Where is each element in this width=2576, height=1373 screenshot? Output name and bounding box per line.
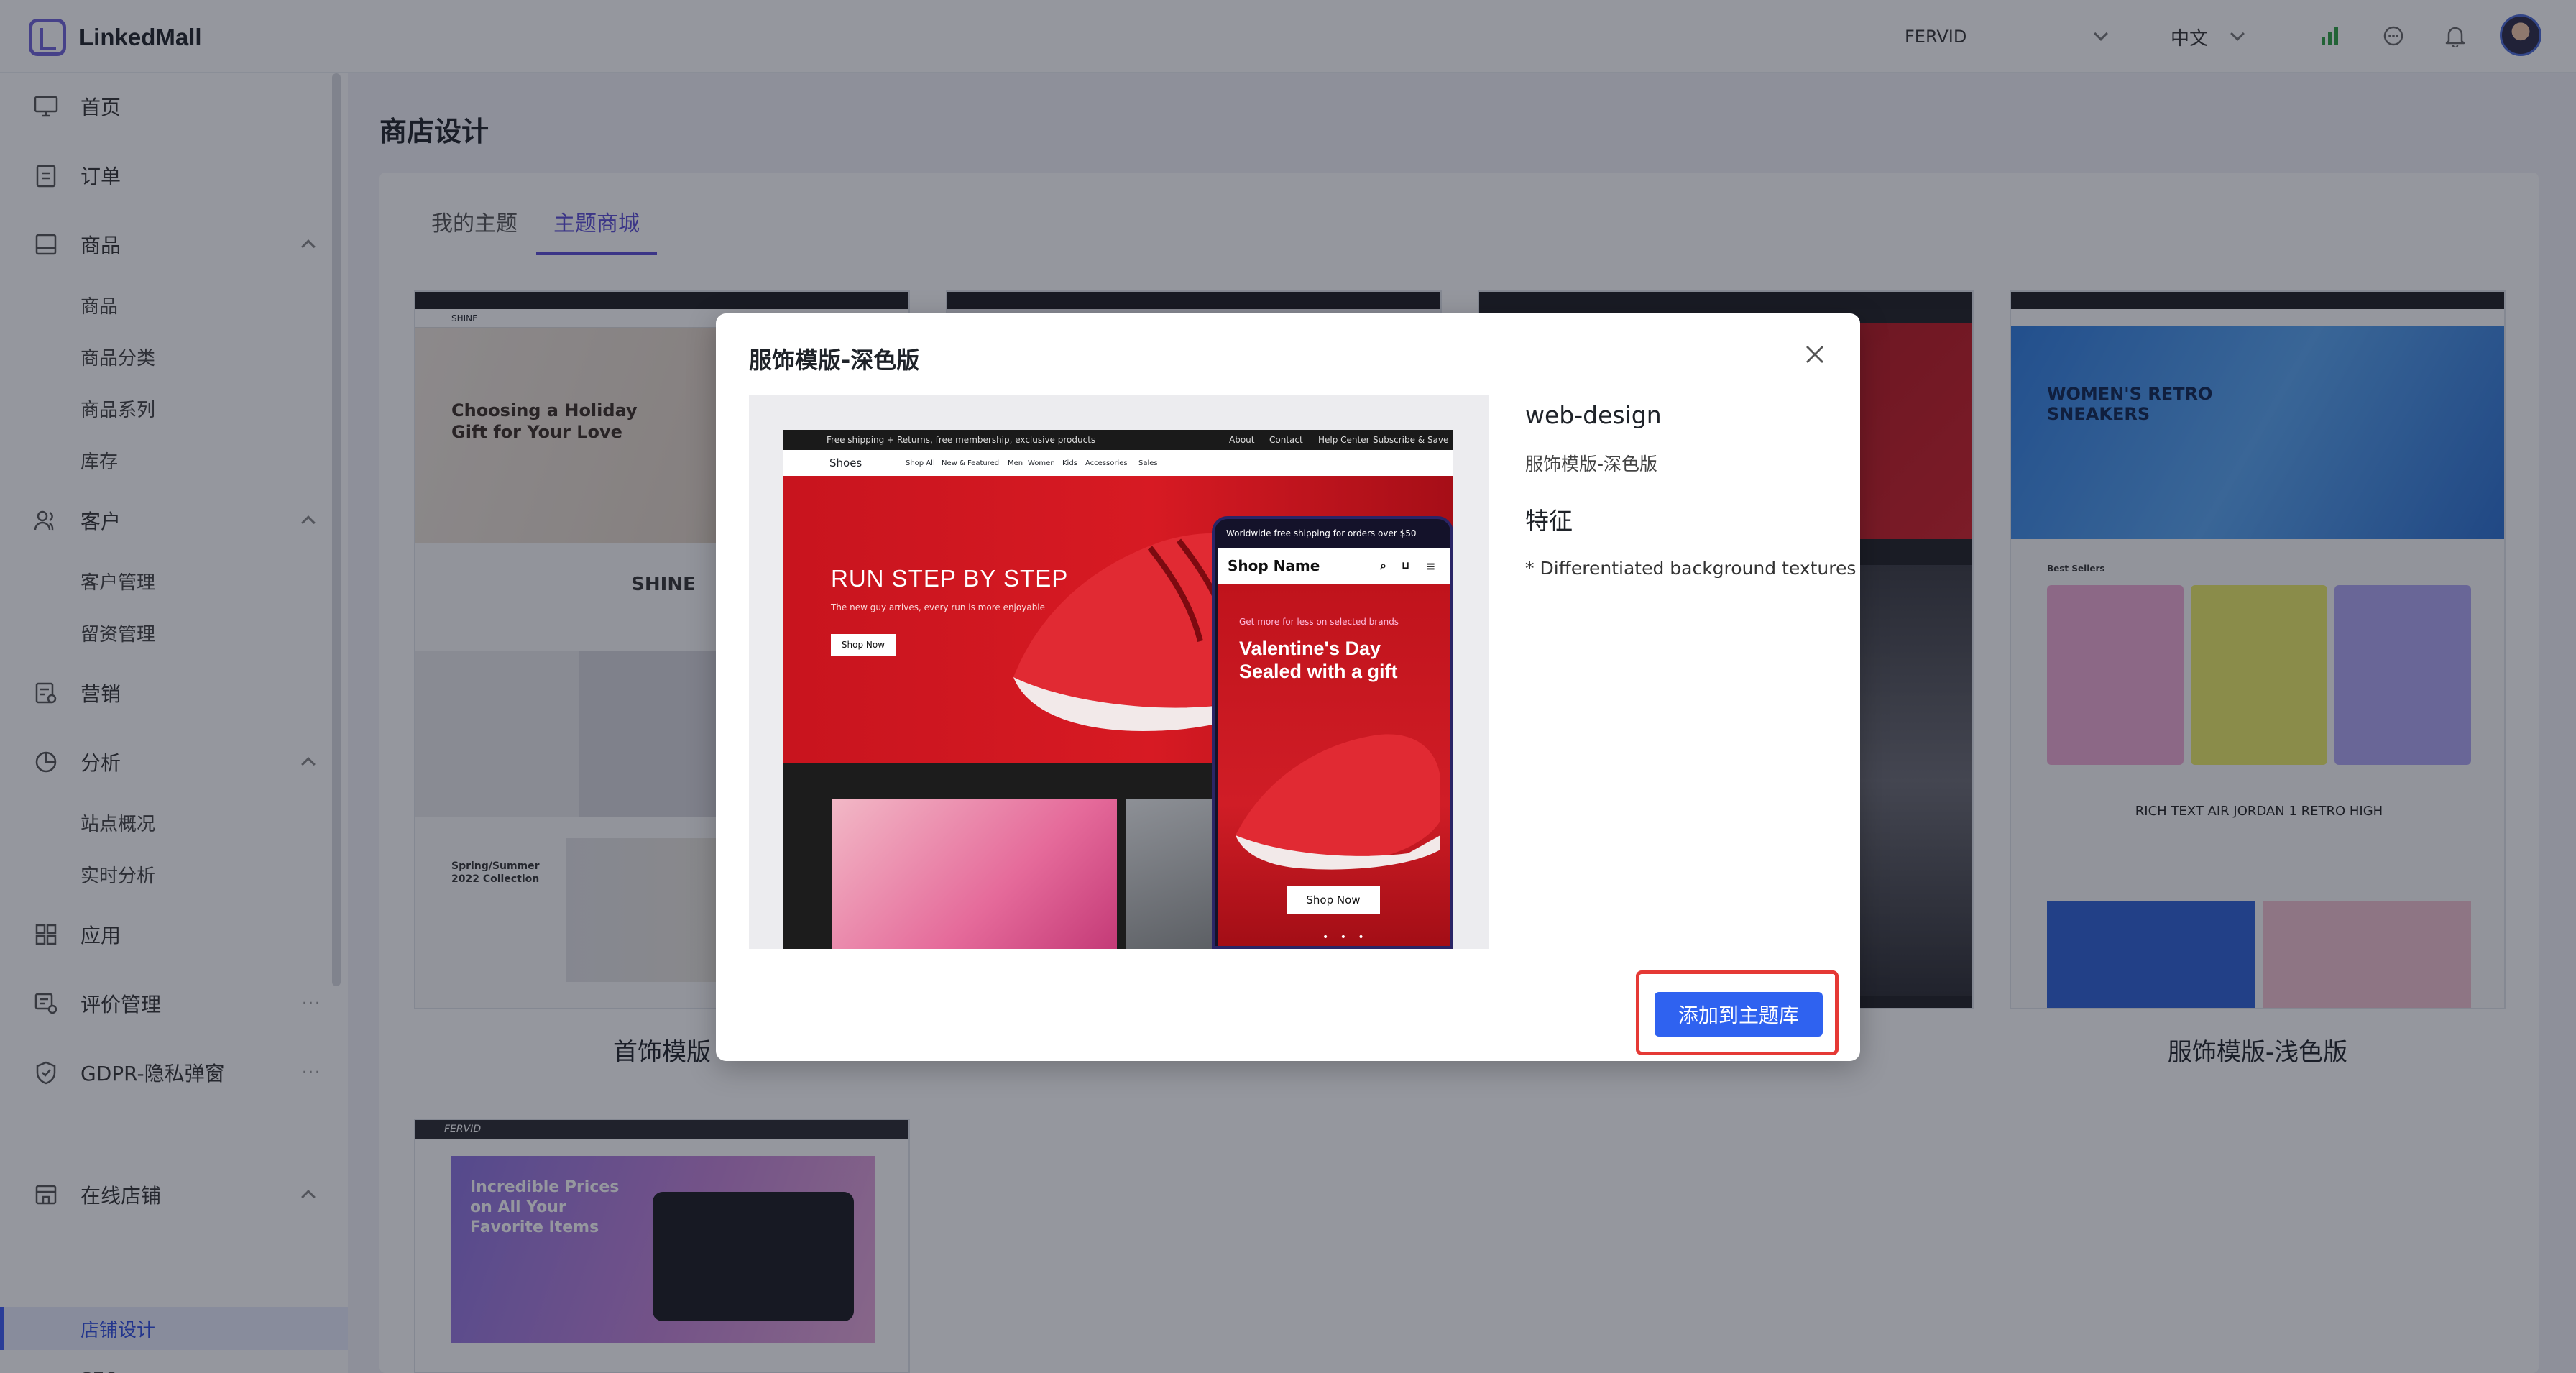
preview-topbar-link: About [1229,435,1255,445]
preview-topbar: Free shipping + Returns, free membership… [783,430,1453,450]
preview-hero-button: Shop Now [831,634,896,656]
preview-hero-subtitle: The new guy arrives, every run is more e… [831,602,1046,612]
preview-topbar-link: Help Center [1318,435,1370,445]
cart-icon: ⊔ [1402,560,1410,571]
preview-topbar-link: Subscribe & Save [1373,435,1449,445]
phone-header: Shop Name ⌕ ⊔ ≡ [1218,548,1450,584]
preview-nav-link: Women [1028,459,1055,467]
preview-topbar-text: Free shipping + Returns, free membership… [827,435,1096,445]
template-subtitle: 服饰模版-深色版 [1525,454,1658,474]
dialog-title: 服饰模版-深色版 [749,346,920,374]
phone-hero-title: Valentine's Day Sealed with a gift [1239,638,1398,682]
phone-hero-button: Shop Now [1287,886,1380,914]
preview-product-image [1126,799,1226,949]
phone-shop-name: Shop Name [1228,557,1320,574]
phone-hero: Get more for less on selected brands Val… [1218,584,1450,946]
add-to-theme-library-button[interactable]: 添加到主题库 [1655,992,1823,1037]
phone-kicker: Get more for less on selected brands [1239,617,1399,627]
preview-nav-link: Sales [1138,459,1158,467]
preview-topbar-link: Contact [1269,435,1303,445]
preview-nav-link: Kids [1062,459,1077,467]
menu-icon: ≡ [1426,559,1436,573]
preview-hero-title: RUN STEP BY STEP [831,565,1069,592]
theme-preview-dialog: 服饰模版-深色版 Free shipping + Returns, free m… [716,313,1860,1061]
theme-preview-image: Free shipping + Returns, free membership… [749,395,1489,949]
preview-nav-link: Shop All [906,459,935,467]
preview-desktop: Free shipping + Returns, free membership… [783,430,1453,949]
phone-topbar: Worldwide free shipping for orders over … [1226,528,1417,538]
preview-lifestyle-image [832,799,1117,949]
template-name: web-design [1525,401,1662,429]
search-icon: ⌕ [1380,559,1386,572]
preview-nav-link: New & Featured [942,459,1000,467]
preview-nav-link: Accessories [1085,459,1128,467]
preview-nav-link: Men [1008,459,1024,467]
preview-brand: Shoes [829,456,862,469]
sneaker-image [1236,734,1440,870]
preview-phone: Worldwide free shipping for orders over … [1212,516,1453,949]
carousel-dots: • • • [1322,932,1368,943]
features-heading: 特征 [1525,507,1573,535]
preview-nav: Shoes Shop All New & Featured Men Women … [783,450,1453,476]
close-icon[interactable] [1803,342,1828,368]
feature-item: * Differentiated background textures [1525,558,1857,579]
